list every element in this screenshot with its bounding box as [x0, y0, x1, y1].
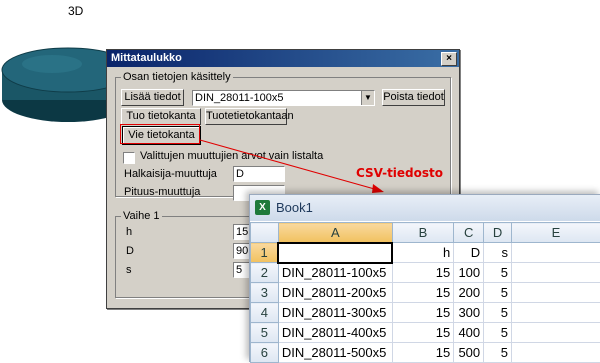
table-cell[interactable]: 15	[392, 343, 453, 363]
diameter-variable-label: Halkaisija-muuttuja	[124, 168, 217, 180]
table-cell[interactable]: 5	[484, 343, 512, 363]
table-cell[interactable]: D	[454, 243, 484, 263]
table-row: 4 DIN_28011-300x5 15 300 5	[251, 303, 600, 323]
table-cell[interactable]	[511, 323, 600, 343]
export-highlight-box	[120, 124, 200, 144]
add-data-button[interactable]: Lisää tiedot	[121, 89, 184, 106]
table-cell[interactable]	[511, 283, 600, 303]
table-cell[interactable]	[511, 243, 600, 263]
select-all-corner[interactable]	[251, 223, 279, 243]
table-cell[interactable]	[278, 243, 392, 263]
table-cell[interactable]: 5	[484, 303, 512, 323]
row-header[interactable]: 4	[251, 303, 279, 323]
table-cell[interactable]: 5	[484, 323, 512, 343]
step-row-label: s	[126, 264, 132, 276]
column-header[interactable]: C	[454, 223, 484, 243]
column-header[interactable]: E	[511, 223, 600, 243]
table-row: 3 DIN_28011-200x5 15 200 5	[251, 283, 600, 303]
table-cell[interactable]	[511, 303, 600, 323]
table-cell[interactable]: DIN_28011-100x5	[278, 263, 392, 283]
row-header[interactable]: 5	[251, 323, 279, 343]
table-cell[interactable]: 500	[454, 343, 484, 363]
remove-data-button[interactable]: Poista tiedot	[382, 89, 445, 106]
table-cell[interactable]: h	[392, 243, 453, 263]
table-cell[interactable]: DIN_28011-200x5	[278, 283, 392, 303]
excel-icon: X	[255, 200, 270, 215]
diameter-variable-input[interactable]: D	[233, 166, 285, 182]
row-header[interactable]: 1	[251, 243, 279, 263]
close-icon[interactable]: ×	[441, 52, 457, 66]
table-cell[interactable]: s	[484, 243, 512, 263]
table-cell[interactable]: 5	[484, 263, 512, 283]
table-row: 2 DIN_28011-100x5 15 100 5	[251, 263, 600, 283]
part-data-group-label: Osan tietojen käsittely	[121, 71, 233, 83]
table-cell[interactable]: 400	[454, 323, 484, 343]
table-cell[interactable]: 15	[392, 323, 453, 343]
table-row: 6 DIN_28011-500x5 15 500 5	[251, 343, 600, 363]
row-header[interactable]: 3	[251, 283, 279, 303]
column-header[interactable]: B	[392, 223, 453, 243]
step-row-label: h	[126, 226, 132, 238]
column-header-row: A B C D E	[251, 223, 600, 243]
table-cell[interactable]: DIN_28011-500x5	[278, 343, 392, 363]
workbook-title: Book1	[276, 200, 313, 215]
values-from-list-label: Valittujen muuttujien arvot vain listalt…	[140, 150, 323, 162]
table-cell[interactable]: 200	[454, 283, 484, 303]
row-header[interactable]: 6	[251, 343, 279, 363]
table-cell[interactable]: 15	[392, 263, 453, 283]
table-cell[interactable]: 5	[484, 283, 512, 303]
step-group-label: Vaihe 1	[121, 210, 162, 222]
table-row: 5 DIN_28011-400x5 15 400 5	[251, 323, 600, 343]
product-database-button[interactable]: Tuotetietokantaan	[205, 108, 287, 125]
table-cell[interactable]: 15	[392, 283, 453, 303]
excel-window: X Book1 A B C D E 1 h D s 2 DIN_28011-10…	[249, 194, 600, 362]
table-cell[interactable]	[511, 263, 600, 283]
table-cell[interactable]: DIN_28011-400x5	[278, 323, 392, 343]
table-cell[interactable]: 300	[454, 303, 484, 323]
table-row: 1 h D s	[251, 243, 600, 263]
row-header[interactable]: 2	[251, 263, 279, 283]
table-cell[interactable]: 15	[392, 303, 453, 323]
excel-titlebar: X Book1	[250, 195, 600, 221]
dialog-title: Mittataulukko	[111, 52, 182, 64]
chevron-down-icon[interactable]: ▼	[361, 91, 374, 105]
column-header[interactable]: A	[278, 223, 392, 243]
length-variable-label: Pituus-muuttuja	[124, 186, 200, 198]
table-cell[interactable]: DIN_28011-300x5	[278, 303, 392, 323]
step-row-label: D	[126, 245, 134, 257]
dialog-titlebar: Mittataulukko ×	[107, 50, 459, 67]
import-database-button[interactable]: Tuo tietokanta	[121, 108, 201, 125]
column-header[interactable]: D	[484, 223, 512, 243]
part-select-value: DIN_28011-100x5	[195, 92, 283, 104]
csv-file-label: CSV-tiedosto	[356, 166, 443, 180]
table-cell[interactable]	[511, 343, 600, 363]
part-select[interactable]: DIN_28011-100x5 ▼	[192, 90, 375, 106]
table-cell[interactable]: 100	[454, 263, 484, 283]
spreadsheet-grid: A B C D E 1 h D s 2 DIN_28011-100x5 15 1…	[250, 222, 600, 363]
values-from-list-checkbox[interactable]	[123, 152, 135, 164]
